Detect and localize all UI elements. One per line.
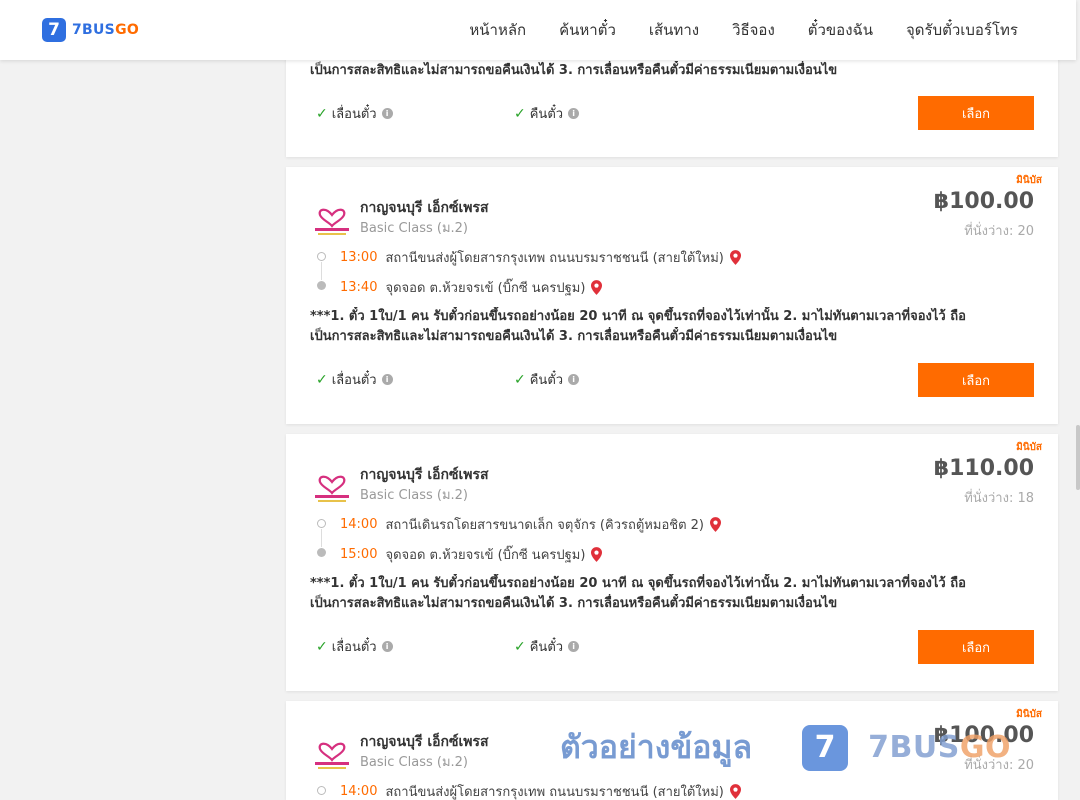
page-scrollbar[interactable]	[1076, 0, 1080, 800]
ticket-price: ฿100.00	[933, 189, 1034, 214]
select-button[interactable]: เลือก	[918, 630, 1034, 664]
departure-stop: 14:00 สถานีขนส่งผู้โดยสารกรุงเทพ ถนนบรมร…	[340, 781, 741, 800]
ticket-price: ฿100.00	[933, 723, 1034, 748]
trip-conditions: ***1. ตั๋ว 1ใบ/1 คน รับตั๋วก่อนขึ้นรถอย่…	[310, 576, 966, 611]
seats-available: ที่นั่งว่าง: 20	[964, 224, 1034, 239]
departure-stop: 14:00 สถานีเดินรถโดยสารขนาดเล็ก จตุจักร …	[340, 514, 721, 535]
departure-dot	[317, 519, 326, 528]
map-pin-icon[interactable]	[710, 517, 721, 532]
info-icon[interactable]: i	[568, 374, 580, 385]
trip-card: มินิบัส กาญจนบุรี เอ็กซ์เพรส Basic Class…	[286, 167, 1058, 424]
info-icon[interactable]: i	[381, 374, 393, 385]
top-header: 7 7BUSGO หน้าหลัก ค้นหาตั๋ว เส้นทาง วิธี…	[0, 0, 1076, 60]
ticket-price: ฿110.00	[933, 456, 1034, 481]
scrollbar-thumb[interactable]	[1076, 425, 1080, 490]
check-icon: ✓	[514, 638, 526, 655]
departure-dot	[317, 252, 326, 261]
vehicle-type-tag: มินิบัส	[1016, 175, 1042, 186]
bus-class: Basic Class (ม.2)	[360, 755, 468, 770]
operator-logo	[315, 475, 349, 502]
map-pin-icon[interactable]	[729, 784, 741, 799]
arrival-stop: 13:40 จุดจอด ต.ห้วยจรเข้ (บิ๊กซี นครปฐม)	[340, 277, 603, 298]
map-pin-icon[interactable]	[591, 280, 603, 295]
option-refund-ticket: ✓ คืนตั๋ว i	[514, 636, 580, 657]
site-logo[interactable]: 7 7BUSGO	[42, 18, 139, 42]
info-icon[interactable]: i	[381, 108, 393, 119]
nav-home[interactable]: หน้าหลัก	[469, 18, 526, 42]
info-icon[interactable]: i	[381, 641, 393, 652]
departure-place: สถานีขนส่งผู้โดยสารกรุงเทพ ถนนบรมราชชนนี…	[385, 785, 724, 800]
check-icon: ✓	[316, 105, 328, 122]
select-button[interactable]: เลือก	[918, 363, 1034, 397]
option-change-ticket: ✓ เลื่อนตั๋ว i	[316, 636, 393, 657]
timeline-line	[321, 262, 322, 280]
trip-card: มินิบัส กาญจนบุรี เอ็กซ์เพรส Basic Class…	[286, 701, 1058, 800]
check-icon: ✓	[514, 371, 526, 388]
arrival-place: จุดจอด ต.ห้วยจรเข้ (บิ๊กซี นครปฐม)	[385, 281, 586, 296]
option-refund-ticket: ✓ คืนตั๋ว i	[514, 103, 580, 124]
info-icon[interactable]: i	[568, 108, 580, 119]
departure-stop: 13:00 สถานีขนส่งผู้โดยสารกรุงเทพ ถนนบรมร…	[340, 247, 741, 268]
operator-name: กาญจนบุรี เอ็กซ์เพรส	[360, 200, 489, 216]
trip-conditions: เป็นการสละสิทธิและไม่สามารถขอคืนเงินได้ …	[310, 63, 838, 78]
nav-search-ticket[interactable]: ค้นหาตั๋ว	[559, 18, 616, 42]
arrival-stop: 15:00 จุดจอด ต.ห้วยจรเข้ (บิ๊กซี นครปฐม)	[340, 544, 603, 565]
check-icon: ✓	[316, 638, 328, 655]
departure-place: สถานีเดินรถโดยสารขนาดเล็ก จตุจักร (คิวรถ…	[385, 518, 704, 533]
map-pin-icon[interactable]	[729, 250, 741, 265]
arrival-place: จุดจอด ต.ห้วยจรเข้ (บิ๊กซี นครปฐม)	[385, 548, 586, 563]
nav-my-tickets[interactable]: ตั๋วของฉัน	[808, 18, 873, 42]
seats-available: ที่นั่งว่าง: 18	[964, 491, 1034, 506]
select-button[interactable]: เลือก	[918, 96, 1034, 130]
logo-text: 7BUSGO	[72, 22, 140, 38]
option-change-ticket: ✓ เลื่อนตั๋ว i	[316, 369, 393, 390]
check-icon: ✓	[316, 371, 328, 388]
arrival-dot	[317, 548, 326, 557]
vehicle-type-tag: มินิบัส	[1016, 709, 1042, 720]
operator-name: กาญจนบุรี เอ็กซ์เพรส	[360, 734, 489, 750]
option-refund-ticket: ✓ คืนตั๋ว i	[514, 369, 580, 390]
option-change-ticket: ✓ เลื่อนตั๋ว i	[316, 103, 393, 124]
trip-card: มินิบัส กาญจนบุรี เอ็กซ์เพรส Basic Class…	[286, 434, 1058, 691]
check-icon: ✓	[514, 105, 526, 122]
departure-time: 14:00	[340, 517, 378, 532]
main-nav: หน้าหลัก ค้นหาตั๋ว เส้นทาง วิธีจอง ตั๋วข…	[436, 0, 1018, 60]
departure-dot	[317, 786, 326, 795]
departure-time: 14:00	[340, 784, 378, 799]
map-pin-icon[interactable]	[591, 547, 603, 562]
departure-place: สถานีขนส่งผู้โดยสารกรุงเทพ ถนนบรมราชชนนี…	[385, 251, 724, 266]
nav-ticket-pickup-phone[interactable]: จุดรับตั๋วเบอร์โทร	[906, 18, 1018, 42]
nav-how-to-book[interactable]: วิธีจอง	[732, 18, 775, 42]
arrival-time: 13:40	[340, 280, 378, 295]
nav-routes[interactable]: เส้นทาง	[649, 18, 699, 42]
operator-name: กาญจนบุรี เอ็กซ์เพรส	[360, 467, 489, 483]
bus-class: Basic Class (ม.2)	[360, 488, 468, 503]
arrival-time: 15:00	[340, 547, 378, 562]
operator-logo	[315, 208, 349, 235]
vehicle-type-tag: มินิบัส	[1016, 442, 1042, 453]
info-icon[interactable]: i	[568, 641, 580, 652]
seats-available: ที่นั่งว่าง: 20	[964, 758, 1034, 773]
logo-mark: 7	[42, 18, 66, 42]
operator-logo	[315, 742, 349, 769]
bus-class: Basic Class (ม.2)	[360, 221, 468, 236]
timeline-line	[321, 529, 322, 547]
trip-conditions: ***1. ตั๋ว 1ใบ/1 คน รับตั๋วก่อนขึ้นรถอย่…	[310, 309, 966, 344]
departure-time: 13:00	[340, 250, 378, 265]
arrival-dot	[317, 281, 326, 290]
